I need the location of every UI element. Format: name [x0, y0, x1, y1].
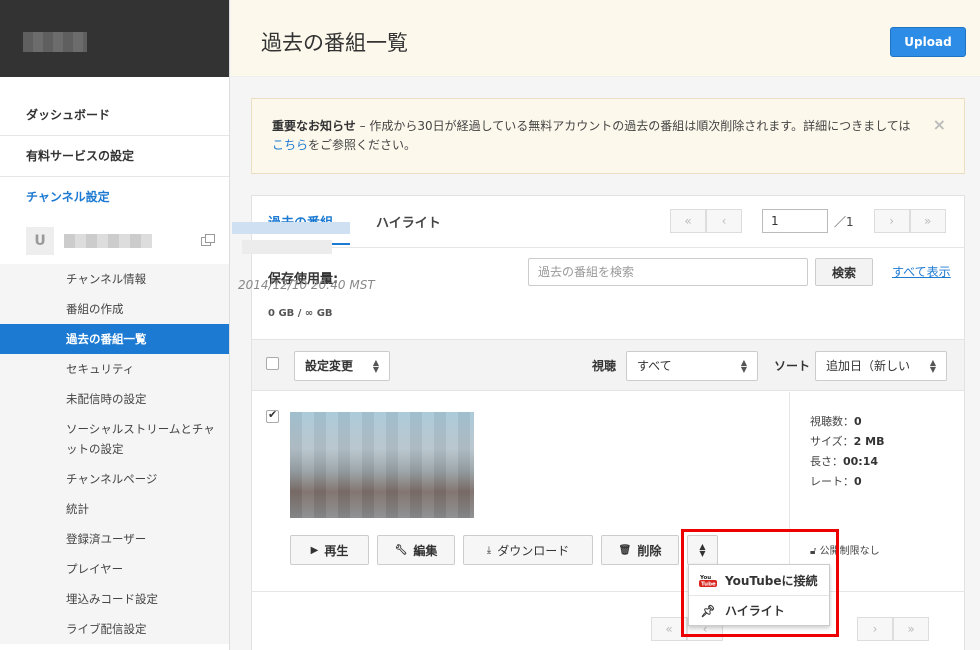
channel-avatar: U — [26, 227, 54, 255]
sidebar-item-security[interactable]: セキュリティ — [0, 354, 229, 384]
notice-link[interactable]: こちら — [272, 138, 308, 152]
sort-value: 追加日（新しい — [826, 359, 911, 373]
length-label: 長さ： — [810, 455, 843, 468]
wrench-icon: 🔧︎ — [394, 544, 408, 556]
select-all-checkbox[interactable] — [266, 357, 279, 370]
show-title[interactable] — [232, 222, 350, 234]
length-row: 長さ：00:14 — [810, 452, 963, 472]
length-value: 00:14 — [843, 455, 879, 468]
views-value: 0 — [854, 415, 862, 428]
upload-button[interactable]: Upload — [890, 27, 966, 57]
rate-label: レート： — [810, 475, 854, 488]
notice-text-before: – 作成から30日が経過している無料アカウントの過去の番組は順次削除されます。詳… — [355, 119, 911, 133]
sidebar-item-channel-settings[interactable]: チャンネル設定 — [0, 177, 229, 218]
view-filter-label: 視聴 — [592, 359, 617, 373]
notice-title: 重要なお知らせ — [272, 119, 356, 133]
page-number-input[interactable]: 1 — [762, 209, 828, 233]
sort-label: ソート — [774, 359, 811, 373]
size-value: 2 MB — [853, 435, 885, 448]
delete-button[interactable]: 🗑︎ 削除 — [601, 535, 679, 565]
download-icon: ⤓ — [486, 544, 492, 556]
page-title: 過去の番組一覧 — [261, 31, 408, 55]
sidebar: ダッシュボード 有料サービスの設定 チャンネル設定 U チャンネル情報 番組の作… — [0, 0, 230, 650]
channel-selector[interactable]: U — [0, 218, 229, 264]
channel-name — [64, 234, 152, 248]
sidebar-item-paid-services[interactable]: 有料サービスの設定 — [0, 136, 229, 177]
page-total: ／1 — [834, 214, 854, 229]
delete-label: 削除 — [637, 543, 662, 558]
item-checkbox[interactable] — [266, 408, 279, 423]
sidebar-item-past-shows[interactable]: 過去の番組一覧 — [0, 324, 229, 354]
select-arrows-icon: ▲ ▼ — [740, 358, 747, 374]
rate-row: レート：0 — [810, 472, 963, 492]
switch-channel-icon[interactable] — [201, 234, 215, 246]
close-icon[interactable]: × — [933, 115, 946, 134]
play-button[interactable]: ▶ 再生 — [290, 535, 369, 565]
first-page-button[interactable]: « — [670, 209, 706, 233]
sidebar-item-live-settings[interactable]: ライブ配信設定 — [0, 614, 229, 644]
sidebar-item-stats[interactable]: 統計 — [0, 494, 229, 524]
sidebar-item-registered-users[interactable]: 登録済ユーザー — [0, 524, 229, 554]
play-label: 再生 — [324, 543, 349, 558]
play-icon: ▶ — [310, 544, 319, 556]
size-row: サイズ：2 MB — [810, 432, 963, 452]
select-arrows-icon: ▲ ▼ — [929, 358, 936, 374]
bulk-action-select[interactable]: 設定変更 ▲ ▼ — [294, 351, 390, 381]
edit-label: 編集 — [413, 543, 438, 558]
sidebar-item-player[interactable]: プレイヤー — [0, 554, 229, 584]
tab-highlights[interactable]: ハイライト — [376, 212, 441, 231]
search-input[interactable]: 過去の番組を検索 — [528, 258, 808, 286]
bottom-pager-next: › » — [857, 617, 929, 641]
tab-bar: 過去の番組 ハイライト « ‹ 1 ／1 › » — [252, 196, 964, 248]
notice-banner: 重要なお知らせ – 作成から30日が経過している無料アカウントの過去の番組は順次… — [251, 98, 965, 174]
size-label: サイズ： — [810, 435, 854, 448]
show-subtitle — [242, 240, 332, 254]
sidebar-item-channel-page[interactable]: チャンネルページ — [0, 464, 229, 494]
bulk-action-label: 設定変更 — [305, 359, 354, 373]
channel-subnav: チャンネル情報 番組の作成 過去の番組一覧 セキュリティ 未配信時の設定 ソーシ… — [0, 264, 229, 644]
last-page-button[interactable]: » — [909, 209, 946, 233]
trash-icon: 🗑︎ — [618, 544, 632, 556]
logo-area — [0, 0, 229, 77]
rate-value: 0 — [854, 475, 862, 488]
download-label: ダウンロード — [497, 543, 570, 558]
show-thumbnail[interactable] — [290, 412, 474, 518]
sidebar-item-dashboard[interactable]: ダッシュボード — [0, 95, 229, 136]
views-label: 視聴数： — [810, 415, 854, 428]
filter-bar: 設定変更 ▲ ▼ 視聴 すべて ▲ ▼ ソート 追加日（新しい ▲ ▼ — [252, 339, 964, 391]
search-button[interactable]: 検索 — [815, 258, 873, 286]
storage-usage-value: 0 GB / ∞ GB — [268, 308, 333, 319]
last-page-button[interactable]: » — [893, 617, 929, 641]
annotation-highlight-box — [681, 529, 839, 637]
sort-select[interactable]: 追加日（新しい ▲ ▼ — [815, 351, 947, 381]
show-date: 2014/12/10 20:40 MST — [238, 278, 375, 292]
select-arrows-icon: ▲ ▼ — [372, 358, 379, 374]
prev-page-button[interactable]: ‹ — [706, 209, 742, 233]
top-pager: « ‹ 1 ／1 › » — [670, 209, 946, 233]
logo[interactable] — [23, 32, 87, 52]
page-header: 過去の番組一覧 Upload — [231, 0, 980, 77]
sidebar-item-channel-info[interactable]: チャンネル情報 — [0, 264, 229, 294]
notice-text-after: をご参照ください。 — [308, 138, 417, 152]
sidebar-item-offair-settings[interactable]: 未配信時の設定 — [0, 384, 229, 414]
views-row: 視聴数：0 — [810, 412, 963, 432]
next-page-button[interactable]: › — [857, 617, 893, 641]
sidebar-item-embed-code[interactable]: 埋込みコード設定 — [0, 584, 229, 614]
sidebar-item-social-chat[interactable]: ソーシャルストリームとチャットの設定 — [0, 414, 229, 464]
edit-button[interactable]: 🔧︎ 編集 — [377, 535, 455, 565]
download-button[interactable]: ⤓ ダウンロード — [463, 535, 593, 565]
next-page-button[interactable]: › — [873, 209, 910, 233]
sidebar-item-create-show[interactable]: 番組の作成 — [0, 294, 229, 324]
view-filter-value: すべて — [637, 359, 672, 373]
show-all-link[interactable]: すべて表示 — [892, 263, 951, 280]
view-filter-select[interactable]: すべて ▲ ▼ — [626, 351, 758, 381]
